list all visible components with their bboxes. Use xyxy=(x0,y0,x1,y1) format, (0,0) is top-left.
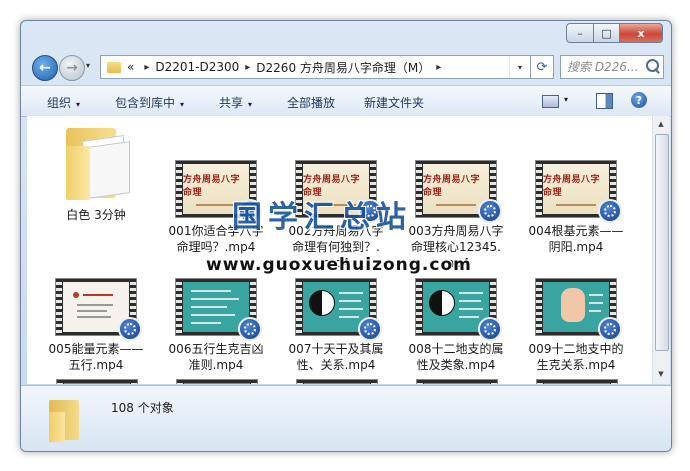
video-thumbnail: 方舟周易八字命理 xyxy=(535,160,622,223)
media-player-icon xyxy=(238,317,262,341)
details-pane: 108 个对象 xyxy=(21,385,671,451)
search-icon[interactable] xyxy=(646,59,659,72)
item-label: 006五行生克吉凶准则.mp4 xyxy=(168,342,264,372)
folder-icon xyxy=(107,61,121,73)
forward-button[interactable]: → xyxy=(59,55,85,81)
include-in-library-label: 包含到库中 xyxy=(115,96,176,110)
change-view-icon[interactable] xyxy=(542,95,559,108)
scroll-up-icon[interactable]: ▲ xyxy=(656,120,666,130)
video-thumbnail xyxy=(55,278,142,341)
item-label: 005能量元素——五行.mp4 xyxy=(48,342,144,372)
video-thumbnail xyxy=(295,278,382,341)
breadcrumb-item[interactable]: D2201-D2300 xyxy=(155,60,239,74)
new-folder-button[interactable]: 新建文件夹 xyxy=(364,94,424,111)
address-bar[interactable]: « ▸ D2201-D2300 ▸ D2260 方舟周易八字命理（M） ▸ ▾ xyxy=(100,55,531,79)
video-file-item[interactable]: 005能量元素——五行.mp4 xyxy=(48,278,144,373)
folder-icon xyxy=(49,396,89,442)
media-player-icon xyxy=(118,317,142,341)
scrollbar-thumb[interactable] xyxy=(655,134,669,351)
folder-item[interactable]: 白色 3分钟 xyxy=(48,122,144,223)
media-player-icon xyxy=(598,317,622,341)
item-label: 白色 3分钟 xyxy=(66,208,126,222)
watermark-title: 国学汇总站 xyxy=(232,200,412,235)
video-thumbnail xyxy=(415,278,502,341)
maximize-button[interactable]: □ xyxy=(594,23,620,43)
chevron-right-icon[interactable]: ▸ xyxy=(245,62,250,73)
media-player-icon xyxy=(358,317,382,341)
share-menu[interactable]: 共享 ▾ xyxy=(219,94,252,111)
video-thumbnail xyxy=(175,278,262,341)
video-thumbnail[interactable] xyxy=(296,379,378,384)
item-label: 007十天干及其属性、关系.mp4 xyxy=(288,342,384,372)
back-button[interactable]: ← xyxy=(32,55,58,81)
scroll-down-icon[interactable]: ▼ xyxy=(656,370,666,380)
breadcrumb-item[interactable]: D2260 方舟周易八字命理（M） xyxy=(256,59,430,76)
breadcrumb-overflow[interactable]: « xyxy=(127,60,134,74)
chevron-right-icon[interactable]: ▸ xyxy=(436,62,441,73)
item-label: 008十二地支的属性及类象.mp4 xyxy=(408,342,504,372)
thumbnail-title: 方舟周易八字命理 xyxy=(423,175,481,198)
command-bar: 组织 ▾ 包含到库中 ▾ 共享 ▾ 全部播放 新建文件夹 ▾ ? xyxy=(21,85,671,117)
media-player-icon xyxy=(478,199,502,223)
watermark-url: www.guoxuehuizong.com xyxy=(206,255,472,275)
video-thumbnail xyxy=(535,278,622,341)
close-button[interactable]: x xyxy=(620,23,663,43)
video-file-item[interactable]: 方舟周易八字命理 004根基元素——阴阳.mp4 xyxy=(528,160,624,255)
explorer-window: – □ x ← → ▾ « ▸ D2201-D2300 ▸ D2260 方舟周易… xyxy=(20,20,672,452)
video-thumbnail: 方舟周易八字命理 xyxy=(415,160,502,223)
thumbnail-title: 方舟周易八字命理 xyxy=(543,175,601,198)
video-thumbnail[interactable] xyxy=(176,379,258,384)
video-thumbnail[interactable] xyxy=(416,379,498,384)
view-options-dropdown[interactable]: ▾ xyxy=(564,95,568,104)
caption-buttons: – □ x xyxy=(566,23,663,43)
video-file-item[interactable]: 008十二地支的属性及类象.mp4 xyxy=(408,278,504,373)
refresh-icon: ⟳ xyxy=(536,59,548,75)
yin-yang-icon xyxy=(309,290,335,316)
help-icon[interactable]: ? xyxy=(631,92,647,108)
item-count: 108 个对象 xyxy=(111,401,174,415)
chevron-right-icon[interactable]: ▸ xyxy=(144,62,149,73)
play-all-button[interactable]: 全部播放 xyxy=(287,94,335,111)
media-player-icon xyxy=(478,317,502,341)
include-in-library-menu[interactable]: 包含到库中 ▾ xyxy=(115,94,184,111)
palm-icon xyxy=(561,288,585,322)
chevron-down-icon: ▾ xyxy=(180,100,185,109)
back-arrow-icon: ← xyxy=(39,60,51,76)
preview-pane-icon[interactable] xyxy=(596,93,613,109)
vertical-scrollbar[interactable]: ▲ ▼ xyxy=(652,116,670,384)
address-dropdown-button[interactable]: ▾ xyxy=(509,56,530,78)
recent-pages-dropdown[interactable]: ▾ xyxy=(86,61,90,70)
video-thumbnail[interactable] xyxy=(56,379,138,384)
share-label: 共享 xyxy=(219,96,244,110)
media-player-icon xyxy=(598,199,622,223)
forward-arrow-icon: → xyxy=(66,60,78,76)
minimize-button[interactable]: – xyxy=(566,23,594,43)
video-thumbnail[interactable] xyxy=(536,379,618,384)
search-box[interactable] xyxy=(560,55,664,79)
search-input[interactable] xyxy=(567,60,647,74)
item-label: 004根基元素——阴阳.mp4 xyxy=(528,224,624,254)
item-label: 009十二地支中的生克关系.mp4 xyxy=(528,342,624,372)
folder-icon xyxy=(58,122,134,202)
refresh-button[interactable]: ⟳ xyxy=(531,55,554,79)
chevron-down-icon: ▾ xyxy=(248,100,253,109)
organize-label: 组织 xyxy=(47,96,72,110)
video-file-item[interactable]: 009十二地支中的生克关系.mp4 xyxy=(528,278,624,373)
file-list[interactable]: 白色 3分钟 方舟周易八字命理 001你适合学八字命理吗？.mp4 方舟周易八字… xyxy=(27,116,652,384)
video-file-item[interactable]: 006五行生克吉凶准则.mp4 xyxy=(168,278,264,373)
organize-menu[interactable]: 组织 ▾ xyxy=(47,94,80,111)
video-file-item[interactable]: 007十天干及其属性、关系.mp4 xyxy=(288,278,384,373)
yin-yang-icon xyxy=(429,290,455,316)
chevron-down-icon: ▾ xyxy=(76,100,81,109)
